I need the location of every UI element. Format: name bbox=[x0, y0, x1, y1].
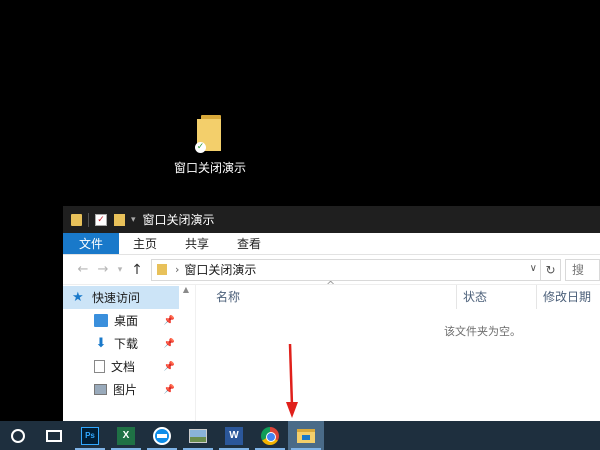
address-bar[interactable]: › 窗口关闭演示 ∨ bbox=[151, 258, 541, 281]
desktop-icon bbox=[94, 314, 108, 327]
nav-item-label: 下载 bbox=[114, 337, 139, 351]
toolbar-separator bbox=[88, 212, 89, 227]
excel-icon: X bbox=[117, 426, 135, 445]
pin-icon[interactable]: 📌 bbox=[164, 385, 175, 395]
tab-home[interactable]: 主页 bbox=[119, 233, 171, 254]
task-view-button[interactable] bbox=[36, 421, 72, 450]
breadcrumb-chevron-icon[interactable]: › bbox=[175, 263, 179, 276]
nav-item-quick-access[interactable]: ★ 快速访问 bbox=[63, 286, 179, 309]
empty-folder-message: 该文件夹为空。 bbox=[444, 325, 521, 338]
refresh-icon[interactable]: ↻ bbox=[541, 258, 561, 281]
tab-file[interactable]: 文件 bbox=[63, 233, 120, 254]
pictures-icon bbox=[94, 384, 107, 395]
recent-locations-chevron-icon[interactable]: ▾ bbox=[113, 265, 127, 275]
document-icon bbox=[94, 360, 105, 373]
desktop-folder[interactable]: ✓ 窗口关闭演示 bbox=[170, 115, 250, 176]
window-folder-icon bbox=[71, 213, 82, 226]
taskbar-photoshop[interactable]: Ps bbox=[72, 421, 108, 450]
forward-arrow-icon[interactable]: → bbox=[93, 262, 113, 277]
download-arrow-icon: ⬇ bbox=[95, 336, 107, 351]
taskbar-teamviewer[interactable] bbox=[144, 421, 180, 450]
taskbar-file-explorer[interactable] bbox=[288, 421, 324, 450]
title-bar: ✓ ▾ 窗口关闭演示 bbox=[63, 206, 600, 233]
word-icon: W bbox=[225, 426, 243, 445]
taskbar: Ps X W bbox=[0, 421, 600, 450]
file-explorer-window: ✓ ▾ 窗口关闭演示 文件 主页 共享 查看 ← → ▾ ↑ › 窗口关闭演示 … bbox=[63, 206, 600, 422]
annotation-arrow bbox=[286, 343, 298, 418]
chrome-icon bbox=[261, 426, 279, 445]
taskbar-image-viewer[interactable] bbox=[180, 421, 216, 450]
sort-ascending-icon: ^ bbox=[326, 279, 336, 292]
nav-item-documents[interactable]: 文档 📌 bbox=[63, 355, 195, 378]
file-explorer-icon bbox=[297, 428, 315, 443]
new-folder-icon[interactable] bbox=[114, 213, 125, 226]
image-viewer-icon bbox=[189, 428, 207, 443]
desktop-folder-label: 窗口关闭演示 bbox=[173, 161, 246, 175]
tab-view[interactable]: 查看 bbox=[223, 233, 275, 254]
cortana-button[interactable] bbox=[0, 421, 36, 450]
nav-item-downloads[interactable]: ⬇ 下载 📌 bbox=[63, 332, 195, 355]
customize-toolbar-chevron-icon[interactable]: ▾ bbox=[131, 215, 136, 225]
navigation-pane: ▲ ★ 快速访问 桌面 📌 ⬇ 下载 📌 文档 📌 图片 📌 bbox=[63, 285, 196, 422]
pin-icon[interactable]: 📌 bbox=[164, 339, 175, 349]
back-arrow-icon[interactable]: ← bbox=[73, 262, 93, 277]
teamviewer-icon bbox=[153, 426, 171, 445]
explorer-body: ▲ ★ 快速访问 桌面 📌 ⬇ 下载 📌 文档 📌 图片 📌 ^ 名称 状态 修… bbox=[63, 279, 600, 422]
ribbon-tabs: 文件 主页 共享 查看 bbox=[63, 233, 600, 255]
nav-item-label: 快速访问 bbox=[92, 291, 141, 305]
address-path[interactable]: 窗口关闭演示 bbox=[184, 261, 256, 278]
task-view-icon bbox=[46, 429, 62, 442]
column-date-modified[interactable]: 修改日期 bbox=[536, 285, 600, 309]
tab-share[interactable]: 共享 bbox=[171, 233, 223, 254]
file-list[interactable]: ^ 名称 状态 修改日期 该文件夹为空。 bbox=[196, 279, 600, 422]
column-status[interactable]: 状态 bbox=[456, 285, 536, 309]
column-headers: ^ 名称 状态 修改日期 bbox=[196, 279, 600, 309]
window-title: 窗口关闭演示 bbox=[142, 213, 215, 227]
nav-item-desktop[interactable]: 桌面 📌 bbox=[63, 309, 195, 332]
nav-item-pictures[interactable]: 图片 📌 bbox=[63, 378, 195, 401]
pin-icon[interactable]: 📌 bbox=[164, 316, 175, 326]
folder-icon: ✓ bbox=[195, 115, 225, 153]
up-arrow-icon[interactable]: ↑ bbox=[127, 262, 147, 278]
star-icon: ★ bbox=[72, 290, 84, 305]
taskbar-word[interactable]: W bbox=[216, 421, 252, 450]
scroll-up-icon[interactable]: ▲ bbox=[179, 285, 193, 294]
taskbar-chrome[interactable] bbox=[252, 421, 288, 450]
cortana-circle-icon bbox=[11, 428, 25, 443]
photoshop-icon: Ps bbox=[81, 426, 99, 445]
nav-item-label: 桌面 bbox=[114, 314, 139, 328]
address-folder-icon bbox=[157, 264, 167, 275]
pin-icon[interactable]: 📌 bbox=[164, 362, 175, 372]
nav-item-label: 文档 bbox=[111, 360, 136, 374]
search-input[interactable]: 搜 bbox=[565, 258, 600, 281]
taskbar-excel[interactable]: X bbox=[108, 421, 144, 450]
address-dropdown-icon[interactable]: ∨ bbox=[530, 263, 537, 274]
properties-icon[interactable]: ✓ bbox=[95, 213, 107, 226]
nav-item-label: 图片 bbox=[113, 383, 138, 397]
sync-check-icon: ✓ bbox=[195, 142, 206, 153]
